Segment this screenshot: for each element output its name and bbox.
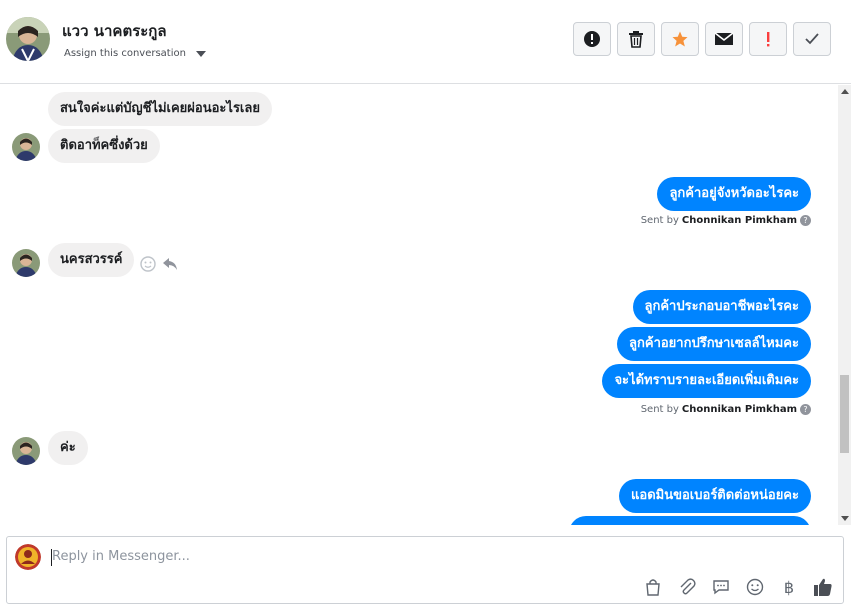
outgoing-message: ลูกค้าอยู่จังหวัดอะไรคะ bbox=[657, 177, 811, 211]
help-icon[interactable]: ? bbox=[800, 215, 811, 226]
trash-icon bbox=[629, 31, 643, 48]
star-button[interactable] bbox=[661, 22, 699, 56]
mail-icon bbox=[714, 32, 734, 45]
thumbs-up-icon bbox=[814, 578, 832, 596]
message-thread[interactable]: สนใจค่ะแต่บัญชีไม่เคยผ่อนอะไรเลย ติดอาท็… bbox=[0, 85, 838, 525]
contact-name: แวว นาคตระกูล bbox=[62, 22, 167, 40]
help-icon[interactable]: ? bbox=[800, 404, 811, 415]
attach-button[interactable] bbox=[677, 577, 697, 597]
sent-by-label: Sent by Chonnikan Pimkham ? bbox=[641, 215, 811, 226]
exclamation-icon bbox=[767, 32, 770, 47]
reply-arrow-icon[interactable] bbox=[162, 256, 178, 272]
saved-reply-icon bbox=[713, 580, 729, 595]
baht-icon: ฿ bbox=[783, 577, 795, 597]
reply-input[interactable] bbox=[52, 549, 752, 564]
thread-scrollbar[interactable] bbox=[838, 85, 851, 525]
outgoing-message: จะได้ทราบรายละเอียดเพิ่มเติมคะ bbox=[602, 364, 811, 398]
attachment-icon bbox=[680, 578, 696, 595]
outgoing-message: ลูกค้าประกอบอาชีพอะไรคะ bbox=[632, 290, 811, 324]
page-avatar bbox=[15, 544, 41, 570]
incoming-message: สนใจค่ะแต่บัญชีไม่เคยผ่อนอะไรเลย bbox=[48, 92, 272, 126]
scroll-up-icon[interactable] bbox=[841, 89, 849, 94]
contact-mini-avatar bbox=[12, 249, 40, 277]
outgoing-message-partial bbox=[569, 516, 811, 525]
outgoing-message: แอดมินขอเบอร์ติดต่อหน่อยคะ bbox=[619, 479, 811, 513]
like-button[interactable] bbox=[813, 577, 833, 597]
mark-done-button[interactable] bbox=[793, 22, 831, 56]
delete-button[interactable] bbox=[617, 22, 655, 56]
emoji-icon bbox=[746, 578, 764, 596]
sent-by-agent: Chonnikan Pimkham bbox=[681, 404, 797, 415]
emoji-button[interactable] bbox=[745, 577, 765, 597]
mark-unread-button[interactable] bbox=[705, 22, 743, 56]
assign-label: Assign this conversation bbox=[64, 48, 186, 59]
scroll-thumb[interactable] bbox=[840, 375, 849, 453]
react-emoji-icon[interactable] bbox=[140, 256, 156, 272]
star-icon bbox=[672, 31, 688, 47]
shopping-bag-button[interactable] bbox=[643, 577, 663, 597]
outgoing-message: ลูกค้าอยากปรึกษาเซลล์ไหมคะ bbox=[617, 327, 811, 361]
conversation-header: แวว นาคตระกูล Assign this conversation bbox=[0, 0, 851, 84]
composer-actions: ฿ bbox=[643, 577, 833, 597]
payment-button[interactable]: ฿ bbox=[779, 577, 799, 597]
contact-mini-avatar bbox=[12, 437, 40, 465]
conversation-toolbar bbox=[573, 22, 831, 56]
reply-composer: ฿ bbox=[6, 536, 844, 604]
message-actions bbox=[140, 256, 178, 272]
incoming-message: นครสวรรค์ bbox=[48, 243, 135, 277]
report-spam-button[interactable] bbox=[573, 22, 611, 56]
incoming-message: ค่ะ bbox=[48, 431, 88, 465]
sent-by-agent: Chonnikan Pimkham bbox=[681, 215, 797, 226]
sent-by-label: Sent by Chonnikan Pimkham ? bbox=[641, 404, 811, 415]
incoming-message: ติดอาท็คซึ่งด้วย bbox=[48, 129, 160, 163]
follow-up-button[interactable] bbox=[749, 22, 787, 56]
contact-avatar[interactable] bbox=[6, 17, 50, 61]
scroll-down-icon[interactable] bbox=[841, 516, 849, 521]
assign-conversation-dropdown[interactable]: Assign this conversation bbox=[64, 48, 206, 59]
contact-mini-avatar bbox=[12, 133, 40, 161]
check-icon bbox=[805, 33, 819, 45]
saved-reply-button[interactable] bbox=[711, 577, 731, 597]
alert-icon bbox=[584, 31, 600, 47]
chevron-down-icon bbox=[195, 50, 206, 57]
shopping-bag-icon bbox=[646, 579, 660, 596]
